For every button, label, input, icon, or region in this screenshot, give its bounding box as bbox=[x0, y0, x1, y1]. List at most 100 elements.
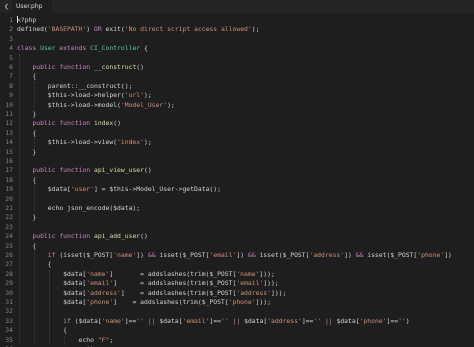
line-number: 2 bbox=[9, 25, 13, 34]
code-token: isset($_POST[ bbox=[363, 251, 418, 259]
code-line: $data['address'] = addslashes(trim($_POS… bbox=[17, 289, 286, 298]
code-token: function bbox=[55, 119, 91, 128]
code-token: 'address' bbox=[86, 288, 121, 297]
line-number: 10 bbox=[5, 100, 13, 109]
code-token: CI_Controller bbox=[86, 44, 141, 53]
code-token: && bbox=[247, 251, 256, 259]
line-number: 24 bbox=[5, 232, 13, 241]
line-number: 6 bbox=[9, 63, 13, 71]
tab-scroll-left-icon[interactable]: ❮ bbox=[4, 1, 9, 12]
code-token: __construct bbox=[90, 63, 137, 71]
code-token: function bbox=[55, 232, 91, 241]
line-number: 9 bbox=[9, 91, 13, 100]
line-number: 20 bbox=[5, 194, 13, 203]
tab-bar: ❮ User.php bbox=[0, 0, 474, 13]
code-token: () bbox=[113, 119, 121, 128]
line-number: 21 bbox=[5, 204, 13, 212]
code-token: public bbox=[17, 232, 56, 241]
line-number: 8 bbox=[9, 81, 13, 90]
tab-user-php[interactable]: User.php bbox=[12, 0, 52, 13]
line-number: 12 bbox=[5, 119, 13, 128]
code-token: ); bbox=[251, 25, 260, 34]
line-number: 1 bbox=[9, 16, 13, 24]
code-token: ] = addslashes(trim($_POST[ bbox=[113, 298, 229, 306]
code-token: index bbox=[90, 119, 114, 128]
code-token: || bbox=[324, 316, 333, 325]
code-token: 'name' bbox=[113, 251, 137, 259]
code-token: () bbox=[136, 63, 144, 71]
code-token: '' bbox=[220, 316, 229, 325]
line-number: 4 bbox=[9, 44, 13, 53]
code-token: class bbox=[17, 44, 37, 53]
code-line: echo json_encode($data); bbox=[17, 204, 140, 213]
code-token: api_add_user bbox=[90, 232, 141, 241]
code-token: ] = $this->Model_User->getData(); bbox=[93, 185, 221, 194]
line-number: 25 bbox=[5, 241, 13, 250]
code-token: if bbox=[17, 251, 56, 259]
code-line: public function api_add_user() bbox=[17, 232, 148, 241]
line-number: 27 bbox=[5, 260, 13, 269]
code-token: function bbox=[55, 63, 91, 71]
code-token: ]== bbox=[386, 316, 399, 325]
line-number: 11 bbox=[5, 110, 13, 118]
code-editor-window: ❮ User.php 1 2 3 4 5 6 7 8 9 10 11 12 13 14 15 16 17 18 19… bbox=[0, 0, 474, 347]
code-token: 'email' bbox=[236, 279, 264, 288]
code-line: $data['name'] = addslashes(trim($_POST['… bbox=[17, 270, 275, 279]
code-token: (isset($_POST[ bbox=[55, 251, 114, 259]
code-token: ] = addslashes(trim($_POST[ bbox=[109, 269, 237, 278]
code-token: ]) bbox=[344, 251, 356, 259]
indent-guide bbox=[34, 251, 35, 347]
code-token: 'BASEPATH' bbox=[47, 25, 87, 34]
indent-guide bbox=[19, 53, 20, 347]
code-token: ]== bbox=[301, 316, 314, 325]
code-token: '' bbox=[313, 316, 322, 325]
line-number: 28 bbox=[5, 269, 13, 278]
code-token: 'name' bbox=[86, 269, 110, 278]
code-token: isset($_POST[ bbox=[255, 251, 310, 259]
code-line: $this->load->helper('url'); bbox=[17, 91, 152, 100]
code-token: if bbox=[17, 316, 71, 325]
line-number: 13 bbox=[5, 128, 13, 137]
code-token: () bbox=[144, 166, 152, 175]
code-line: <?php bbox=[17, 16, 36, 25]
code-token: exit( bbox=[101, 25, 125, 34]
code-token: api_view_user bbox=[90, 166, 144, 175]
indent-guide bbox=[49, 269, 50, 347]
code-line: if (isset($_POST['name']) && isset($_POS… bbox=[17, 251, 452, 260]
code-token: $data[ bbox=[17, 288, 87, 297]
code-token: ]) bbox=[136, 251, 148, 259]
code-text-area[interactable]: <?php defined('BASEPATH') OR exit('No dir… bbox=[17, 14, 474, 347]
code-token: && bbox=[147, 251, 156, 259]
code-token: () bbox=[140, 232, 148, 241]
code-token: $data[ bbox=[17, 298, 87, 306]
code-token: 'address' bbox=[267, 316, 302, 325]
code-line: $data['user'] = $this->Model_User->getDa… bbox=[17, 185, 221, 194]
code-token: $data[ bbox=[17, 185, 71, 194]
line-number: 18 bbox=[5, 175, 13, 184]
line-number: 29 bbox=[5, 279, 13, 288]
code-line: $this->load->model('Model_User'); bbox=[17, 101, 175, 110]
code-token: User bbox=[36, 44, 60, 53]
line-number: 33 bbox=[5, 316, 13, 325]
code-token: 'address' bbox=[309, 251, 345, 259]
code-token: ) bbox=[405, 316, 410, 325]
line-number: 35 bbox=[5, 335, 13, 344]
code-token: ); bbox=[143, 91, 152, 100]
editor-area[interactable]: 1 2 3 4 5 6 7 8 9 10 11 12 13 14 15 16 17 18 19 20 21 22 23 24 2… bbox=[0, 14, 474, 347]
code-token: ]) bbox=[444, 251, 452, 259]
code-token: function bbox=[55, 166, 91, 175]
indent-guide bbox=[34, 81, 35, 110]
code-token: $data[ bbox=[17, 279, 87, 288]
line-number: 34 bbox=[5, 326, 13, 335]
code-token: 'phone' bbox=[359, 316, 387, 325]
code-token: $this->load->model( bbox=[17, 100, 121, 109]
line-number: 5 bbox=[9, 53, 13, 62]
code-token: isset($_POST[ bbox=[155, 251, 210, 259]
line-number: 3 bbox=[9, 34, 13, 43]
code-token: ]== bbox=[209, 316, 221, 325]
code-token: 'Model_User' bbox=[120, 100, 168, 109]
code-token: public bbox=[17, 166, 56, 175]
code-token: public bbox=[17, 119, 56, 128]
code-token: 'address' bbox=[236, 288, 271, 297]
code-token: ($data[ bbox=[70, 316, 102, 325]
